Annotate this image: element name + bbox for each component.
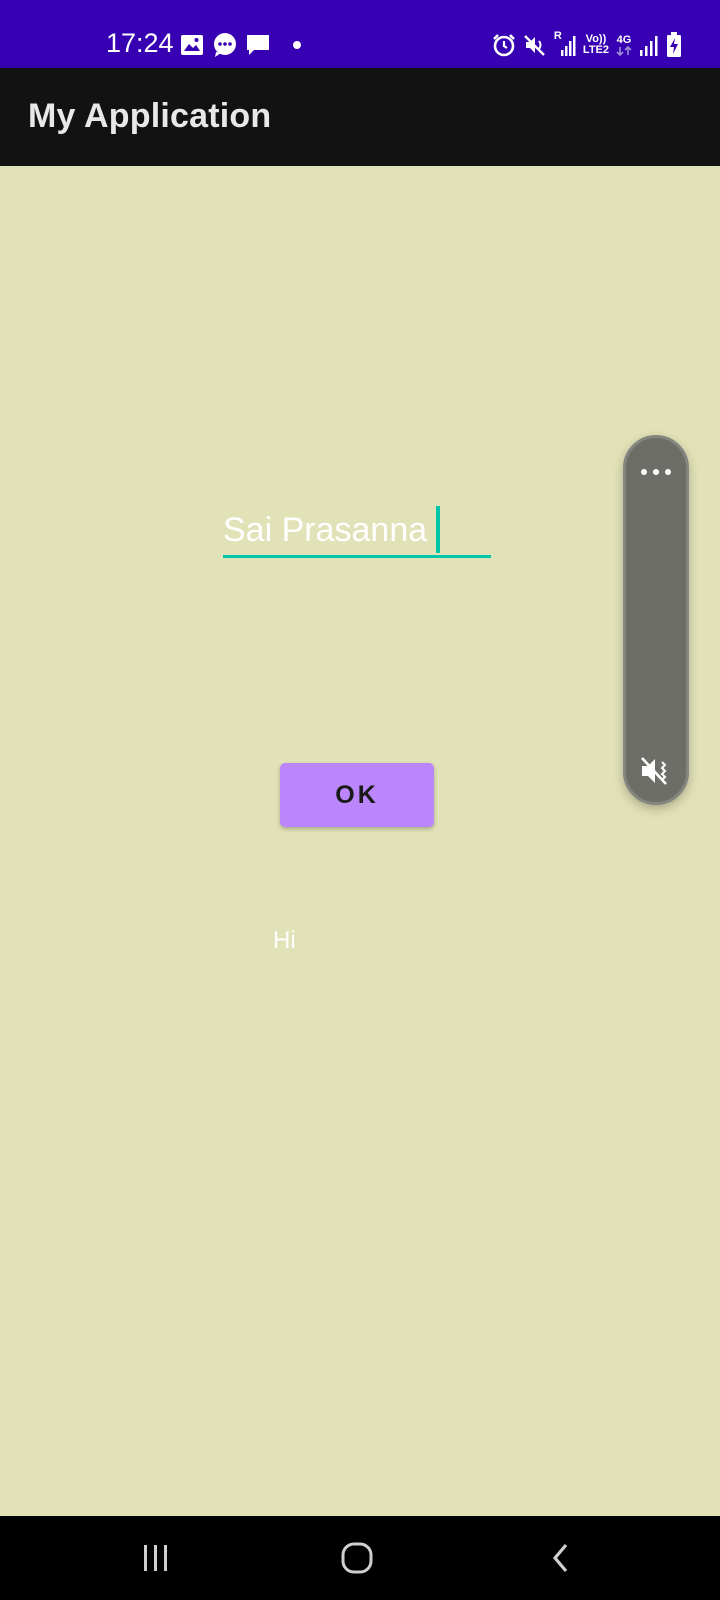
home-icon[interactable] bbox=[336, 1536, 378, 1580]
result-text: Hi bbox=[273, 927, 296, 954]
4g-icon: 4G bbox=[616, 33, 632, 56]
volte-label-bottom: LTE2 bbox=[582, 44, 609, 56]
image-icon bbox=[180, 34, 204, 56]
status-bar: 17:24 R Vo)) LTE2 4G bbox=[0, 0, 720, 68]
status-time: 17:24 bbox=[106, 28, 174, 58]
volume-panel[interactable] bbox=[623, 435, 689, 805]
back-icon[interactable] bbox=[540, 1536, 582, 1580]
name-input[interactable]: Sai Prasanna bbox=[223, 500, 491, 560]
navigation-bar bbox=[0, 1516, 720, 1600]
chat-icon bbox=[246, 33, 270, 57]
app-bar: My Application bbox=[0, 68, 720, 166]
status-notification-icons bbox=[180, 30, 302, 60]
alarm-icon bbox=[492, 33, 516, 57]
mute-icon bbox=[523, 33, 547, 57]
signal-icon bbox=[639, 33, 659, 57]
more-horizontal-icon[interactable] bbox=[639, 464, 673, 475]
roaming-label: R bbox=[553, 30, 562, 42]
battery-charging-icon bbox=[666, 32, 682, 58]
app-title: My Application bbox=[28, 97, 272, 135]
text-cursor bbox=[436, 506, 440, 553]
status-system-icons: R Vo)) LTE2 4G bbox=[492, 30, 682, 60]
name-input-value[interactable]: Sai Prasanna bbox=[223, 510, 427, 550]
volume-mute-icon[interactable] bbox=[640, 756, 674, 786]
recents-icon[interactable] bbox=[135, 1536, 177, 1580]
dot-icon bbox=[292, 40, 302, 50]
ok-button[interactable]: OK bbox=[280, 763, 434, 827]
volte-icon: Vo)) LTE2 bbox=[583, 34, 609, 56]
input-underline bbox=[223, 555, 491, 558]
messages-icon bbox=[212, 32, 238, 58]
signal-r-icon: R bbox=[553, 30, 576, 57]
network-label: 4G bbox=[616, 33, 632, 46]
